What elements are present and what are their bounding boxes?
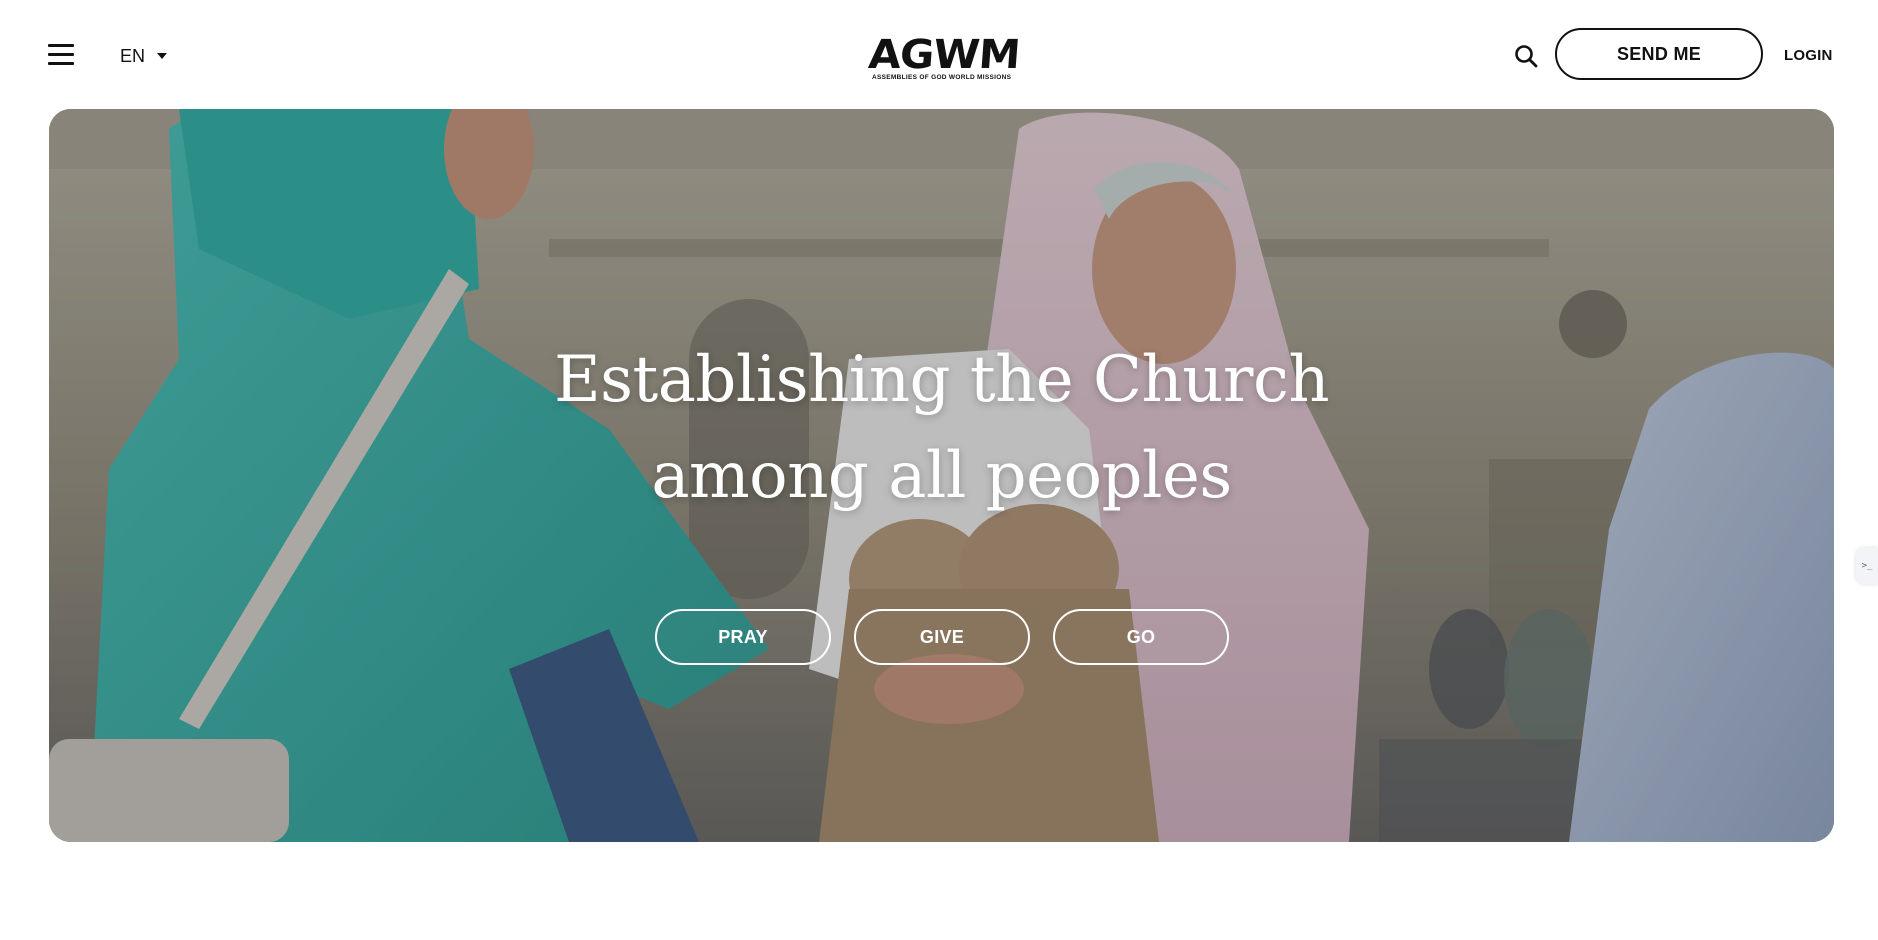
go-button[interactable]: GO — [1053, 609, 1229, 665]
search-icon-svg — [1515, 45, 1538, 68]
give-button[interactable]: GIVE — [854, 609, 1030, 665]
menu-bar — [48, 44, 74, 47]
site-header: EN AGWM ASSEMBLIES OF GOD WORLD MISSIONS… — [0, 0, 1878, 108]
language-selector[interactable]: EN — [120, 44, 168, 68]
terminal-icon[interactable]: >_ — [1856, 548, 1878, 584]
hero-banner: Establishing the Church among all people… — [49, 109, 1834, 842]
language-label: EN — [120, 45, 146, 66]
cta-button-group: PRAY GIVE GO — [49, 609, 1834, 665]
caret-down-icon — [157, 53, 168, 59]
hero-title-line-2: among all peoples — [651, 438, 1232, 513]
page: EN AGWM ASSEMBLIES OF GOD WORLD MISSIONS… — [0, 0, 1878, 940]
pray-button[interactable]: PRAY — [655, 609, 831, 665]
send-me-button[interactable]: SEND ME — [1555, 28, 1763, 80]
hero-title: Establishing the Church among all people… — [49, 332, 1834, 524]
agwm-logo[interactable]: AGWM ASSEMBLIES OF GOD WORLD MISSIONS — [867, 32, 1021, 81]
hero-title-line-1: Establishing the Church — [553, 342, 1330, 417]
logo-mark: AGWM — [866, 32, 1022, 78]
hamburger-menu-icon[interactable] — [48, 44, 74, 66]
menu-bar — [48, 53, 74, 56]
login-link[interactable]: LOGIN — [1784, 47, 1833, 64]
search-icon[interactable] — [1514, 44, 1538, 68]
menu-bar — [48, 62, 74, 65]
